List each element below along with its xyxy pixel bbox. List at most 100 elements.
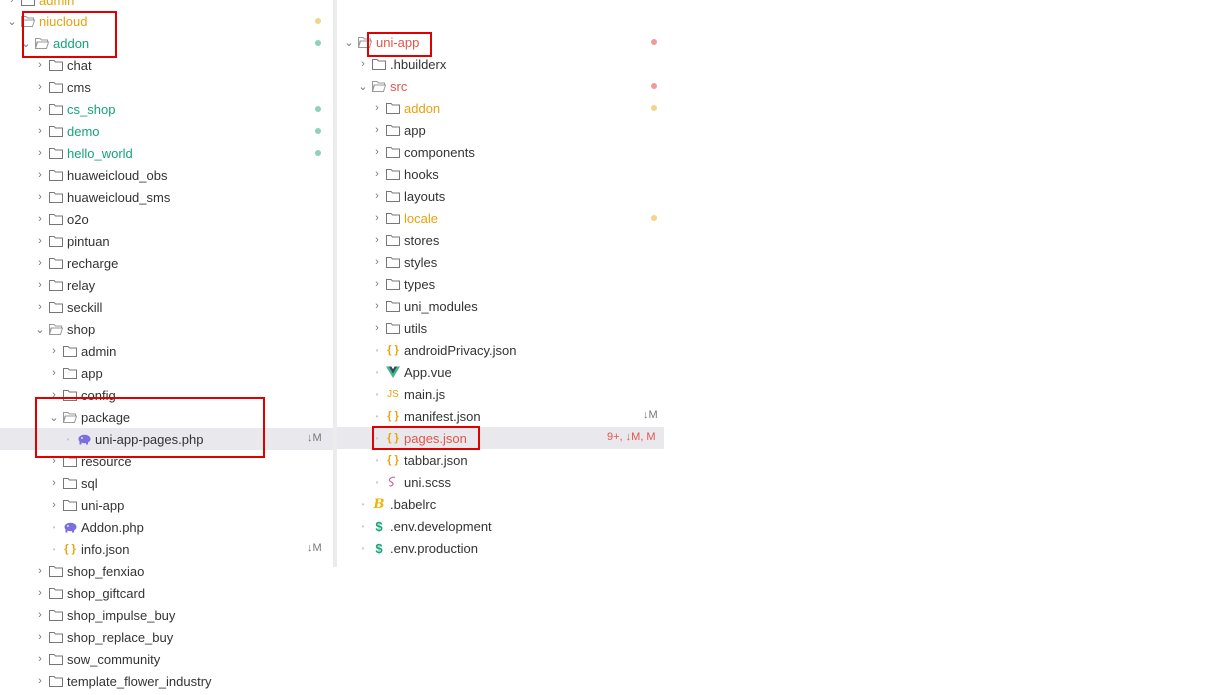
folder-icon bbox=[48, 630, 64, 644]
folder-icon bbox=[385, 255, 401, 269]
tree-item-demo[interactable]: › demo bbox=[0, 120, 333, 142]
folder-icon bbox=[385, 189, 401, 203]
tree-item-shop-replace-buy[interactable]: › shop_replace_buy bbox=[0, 626, 333, 648]
tree-item-seckill[interactable]: › seckill bbox=[0, 296, 333, 318]
tree-item-babelrc[interactable]: • B .babelrc bbox=[337, 493, 664, 515]
tree-item-src-uni-modules[interactable]: › uni_modules bbox=[337, 295, 664, 317]
tree-label: .env.production bbox=[390, 540, 478, 556]
folder-icon bbox=[385, 101, 401, 115]
git-status-badge: ↓M bbox=[307, 432, 322, 444]
indent-dot: • bbox=[361, 499, 365, 509]
tree-item-shop-impulse-buy[interactable]: › shop_impulse_buy bbox=[0, 604, 333, 626]
tree-item-src-addon[interactable]: › addon bbox=[337, 97, 664, 119]
tree-label: relay bbox=[67, 277, 96, 293]
dollar-env-icon: $ bbox=[375, 540, 383, 556]
tree-item-shop[interactable]: ⌄ shop bbox=[0, 318, 333, 340]
tree-item-env-development[interactable]: • $ .env.development bbox=[337, 515, 664, 537]
tree-label: stores bbox=[404, 232, 440, 248]
tree-label: types bbox=[404, 276, 436, 292]
chevron-right-icon: › bbox=[38, 147, 42, 159]
tree-item-env-production[interactable]: • $ .env.production bbox=[337, 537, 664, 559]
tree-item-shop-sql[interactable]: › sql bbox=[0, 472, 333, 494]
tree-label: androidPrivacy.json bbox=[404, 342, 517, 358]
tree-item-cs-shop[interactable]: › cs_shop bbox=[0, 98, 333, 120]
tree-item-sow-community[interactable]: › sow_community bbox=[0, 648, 333, 670]
chevron-right-icon: › bbox=[375, 190, 379, 202]
tree-item-template-flower-industry[interactable]: › template_flower_industry bbox=[0, 670, 333, 692]
error-dot bbox=[651, 39, 657, 45]
tree-item-shop-admin[interactable]: › admin bbox=[0, 340, 333, 362]
tree-item-addon-php[interactable]: • Addon.php bbox=[0, 516, 333, 538]
tree-item-shop-package[interactable]: ⌄ package bbox=[0, 406, 333, 428]
chevron-right-icon: › bbox=[38, 609, 42, 621]
chevron-right-icon: › bbox=[38, 653, 42, 665]
chevron-down-icon: ⌄ bbox=[358, 80, 368, 93]
tree-item-src-utils[interactable]: › utils bbox=[337, 317, 664, 339]
tree-item-manifest-json[interactable]: • { } manifest.json ↓M bbox=[337, 405, 664, 427]
tree-label: locale bbox=[404, 210, 438, 226]
tree-item-src-app[interactable]: › app bbox=[337, 119, 664, 141]
tree-item-o2o[interactable]: › o2o bbox=[0, 208, 333, 230]
folder-icon bbox=[385, 145, 401, 159]
tree-item-src-components[interactable]: › components bbox=[337, 141, 664, 163]
tree-label: app bbox=[404, 122, 426, 138]
tree-label: uni-app bbox=[376, 34, 420, 50]
folder-icon bbox=[62, 388, 78, 402]
tree-item-src-stores[interactable]: › stores bbox=[337, 229, 664, 251]
tree-item-src-layouts[interactable]: › layouts bbox=[337, 185, 664, 207]
tree-item-relay[interactable]: › relay bbox=[0, 274, 333, 296]
folder-icon bbox=[62, 498, 78, 512]
tree-item-src-locale[interactable]: › locale bbox=[337, 207, 664, 229]
tree-label: layouts bbox=[404, 188, 446, 204]
tree-item-niucloud[interactable]: ⌄ niucloud bbox=[0, 10, 333, 32]
tree-label: chat bbox=[67, 57, 92, 73]
chevron-right-icon: › bbox=[375, 234, 379, 246]
tree-label: huaweicloud_sms bbox=[67, 189, 171, 205]
tree-item-recharge[interactable]: › recharge bbox=[0, 252, 333, 274]
chevron-right-icon: › bbox=[10, 0, 14, 6]
tree-label: sow_community bbox=[67, 651, 161, 667]
tree-item-uni-app-pages-php[interactable]: • uni-app-pages.php ↓M bbox=[0, 428, 333, 450]
tree-item-main-js[interactable]: • JS main.js bbox=[337, 383, 664, 405]
tree-item-shop-resource[interactable]: › resource bbox=[0, 450, 333, 472]
tree-label: addon bbox=[404, 100, 441, 116]
tree-item-src[interactable]: ⌄ src bbox=[337, 75, 664, 97]
tree-label: .env.development bbox=[390, 518, 492, 534]
folder-icon bbox=[62, 344, 78, 358]
tree-item-pintuan[interactable]: › pintuan bbox=[0, 230, 333, 252]
folder-icon bbox=[20, 0, 36, 7]
tree-item-hello-world[interactable]: › hello_world bbox=[0, 142, 333, 164]
chevron-right-icon: › bbox=[38, 191, 42, 203]
tree-item-pages-json[interactable]: • { } pages.json 9+, ↓M, M bbox=[337, 427, 664, 449]
tree-label: .hbuilderx bbox=[390, 56, 447, 72]
tree-item-shop-config[interactable]: › config bbox=[0, 384, 333, 406]
tree-item-huaweicloud-obs[interactable]: › huaweicloud_obs bbox=[0, 164, 333, 186]
indent-dot: • bbox=[375, 477, 379, 487]
tree-item-shop-uni-app[interactable]: › uni-app bbox=[0, 494, 333, 516]
tree-item-hbuilderx[interactable]: › .hbuilderx bbox=[337, 53, 664, 75]
tree-item-src-hooks[interactable]: › hooks bbox=[337, 163, 664, 185]
tree-item-shop-fenxiao[interactable]: › shop_fenxiao bbox=[0, 560, 333, 582]
tree-item-src-styles[interactable]: › styles bbox=[337, 251, 664, 273]
tree-item-android-privacy-json[interactable]: • { } androidPrivacy.json bbox=[337, 339, 664, 361]
tree-item-uni-app-root[interactable]: ⌄ uni-app bbox=[337, 31, 664, 53]
babel-icon: B bbox=[373, 496, 385, 512]
tree-item-tabbar-json[interactable]: • { } tabbar.json bbox=[337, 449, 664, 471]
tree-item-cms[interactable]: › cms bbox=[0, 76, 333, 98]
tree-label: shop_impulse_buy bbox=[67, 607, 176, 623]
tree-item-uni-scss[interactable]: • uni.scss bbox=[337, 471, 664, 493]
tree-item-shop-giftcard[interactable]: › shop_giftcard bbox=[0, 582, 333, 604]
tree-item-partial-bottom[interactable]: ◆ bbox=[337, 560, 664, 568]
tree-item-shop-app[interactable]: › app bbox=[0, 362, 333, 384]
tree-item-huaweicloud-sms[interactable]: › huaweicloud_sms bbox=[0, 186, 333, 208]
tree-item-app-vue[interactable]: • App.vue bbox=[337, 361, 664, 383]
tree-item-info-json[interactable]: • { } info.json ↓M bbox=[0, 538, 333, 560]
indent-dot: • bbox=[375, 433, 379, 443]
php-elephant-icon bbox=[62, 520, 78, 534]
chevron-right-icon: › bbox=[52, 477, 56, 489]
folder-icon bbox=[385, 321, 401, 335]
json-braces-icon: { } bbox=[387, 454, 399, 466]
tree-item-src-types[interactable]: › types bbox=[337, 273, 664, 295]
tree-item-chat[interactable]: › chat bbox=[0, 54, 333, 76]
tree-item-addon[interactable]: ⌄ addon bbox=[0, 32, 333, 54]
